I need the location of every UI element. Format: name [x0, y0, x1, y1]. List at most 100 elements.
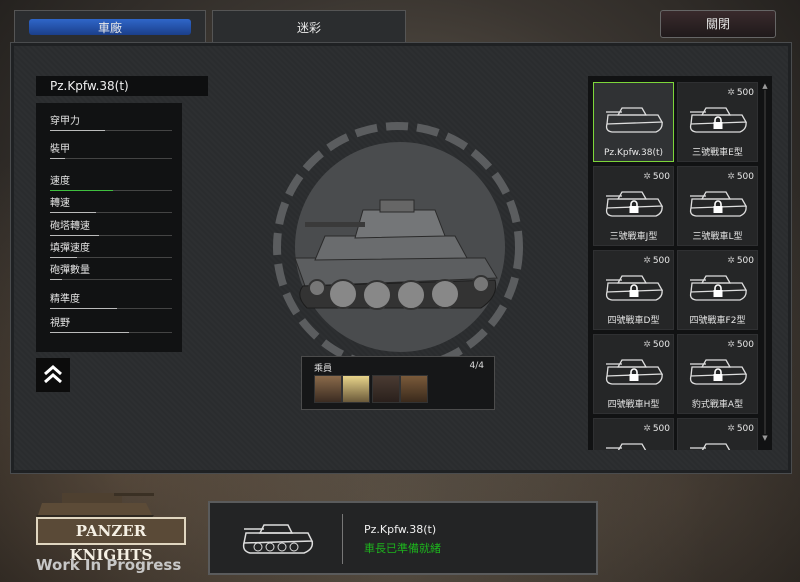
- lock-icon: [629, 284, 639, 297]
- crew-count: 4/4: [469, 361, 484, 371]
- tank-card-label: 三號戰車L型: [692, 232, 743, 242]
- stat-armor: 裝甲: [50, 143, 172, 159]
- stat-bar-fill: [50, 235, 99, 236]
- stat-bar: [50, 212, 172, 213]
- crew-title: 乘員: [314, 364, 333, 374]
- upgrade-chevron-button[interactable]: [36, 358, 70, 392]
- stat-bar-fill: [50, 190, 114, 191]
- tank-card-label: 三號戰車J型: [609, 232, 658, 242]
- scroll-track[interactable]: [764, 90, 766, 434]
- tank-card[interactable]: ✲ 500: [593, 418, 674, 450]
- tank-cost-value: 500: [736, 88, 754, 98]
- tank-list: ✲Pz.Kpfw.38(t)✲500三號戰車E型✲500三號戰車J型✲500三號…: [588, 76, 772, 450]
- tank-cost: ✲ 500: [727, 88, 754, 98]
- stat-turn-speed: 轉速: [50, 197, 172, 213]
- tank-cost-value: 500: [652, 340, 670, 350]
- stats-panel: 穿甲力 裝甲 速度 轉速 砲塔轉速 填彈速度 砲彈數量 精準度 視野: [36, 103, 182, 352]
- game-logo: PANZER KNIGHTS: [36, 517, 186, 564]
- stat-label: 砲塔轉速: [50, 221, 90, 232]
- stat-label: 裝甲: [50, 144, 70, 155]
- tank-card[interactable]: ✲ 500 豹式戰車A型: [677, 334, 758, 414]
- tank-card-label: 三號戰車E型: [692, 148, 743, 158]
- lock-icon: [629, 368, 639, 381]
- tank-cost: ✲ 500: [727, 172, 754, 182]
- gear-currency-icon: ✲: [727, 340, 735, 350]
- crew-portrait[interactable]: [372, 375, 400, 403]
- stat-ammo: 砲彈數量: [50, 264, 172, 280]
- tank-cost: ✲ 500: [643, 172, 670, 182]
- tank-silhouette-icon: [606, 443, 647, 450]
- stat-bar-fill: [50, 332, 130, 333]
- stat-bar: [50, 257, 172, 258]
- tank-card[interactable]: ✲ 500 四號戰車D型: [593, 250, 674, 330]
- tank-card-label: 豹式戰車A型: [691, 400, 744, 410]
- tank-card[interactable]: ✲ 500 四號戰車F2型: [677, 250, 758, 330]
- tank-card[interactable]: ✲ 500 三號戰車J型: [593, 166, 674, 246]
- scroll-up-icon[interactable]: ▲: [761, 82, 769, 90]
- tank-cost: ✲ 500: [643, 256, 670, 266]
- stat-turret-speed: 砲塔轉速: [50, 220, 172, 236]
- stat-bar-fill: [50, 158, 65, 159]
- stat-label: 穿甲力: [50, 116, 80, 127]
- tank-cost: ✲ 500: [727, 256, 754, 266]
- stat-bar: [50, 332, 172, 333]
- tank-card-label: Pz.Kpfw.38(t): [603, 148, 664, 158]
- gear-currency-icon: ✲: [643, 172, 651, 182]
- tank-model: [294, 199, 498, 310]
- close-button[interactable]: 關閉: [660, 10, 776, 38]
- tank-cost-value: 500: [736, 256, 754, 266]
- stat-bar: [50, 235, 172, 236]
- stat-bar-fill: [50, 130, 105, 131]
- tank-cost-value: 500: [736, 340, 754, 350]
- lock-icon: [713, 368, 723, 381]
- tank-cost: ✲ 500: [727, 424, 754, 434]
- gear-currency-icon: ✲: [727, 172, 735, 182]
- crew-portrait[interactable]: [400, 375, 428, 403]
- stat-bar-fill: [50, 257, 77, 258]
- tank-card[interactable]: ✲ 500 三號戰車E型: [677, 82, 758, 162]
- gear-currency-icon: ✲: [727, 88, 735, 98]
- tab-camouflage[interactable]: 迷彩: [212, 10, 406, 43]
- tank-cost-value: 500: [736, 172, 754, 182]
- stat-bar: [50, 190, 172, 191]
- tank-cost-value: 500: [652, 256, 670, 266]
- stat-label: 轉速: [50, 198, 70, 209]
- stat-reload: 填彈速度: [50, 242, 172, 258]
- tab-garage[interactable]: 車廠: [14, 10, 206, 43]
- lock-icon: [713, 284, 723, 297]
- current-tank-name: Pz.Kpfw.38(t): [364, 523, 437, 536]
- crew-portrait[interactable]: [342, 375, 370, 403]
- stat-label: 砲彈數量: [50, 265, 90, 276]
- tank-card[interactable]: ✲Pz.Kpfw.38(t): [593, 82, 674, 162]
- stat-vision: 視野: [50, 317, 172, 333]
- tank-card[interactable]: ✲ 500 四號戰車H型: [593, 334, 674, 414]
- tank-card-label: 四號戰車H型: [607, 400, 660, 410]
- tank-list-scrollbar[interactable]: ▲ ▼: [761, 82, 769, 442]
- lock-icon: [629, 200, 639, 213]
- tank-outline-icon: [242, 524, 314, 554]
- tank-card[interactable]: ✲ 500: [677, 418, 758, 450]
- stat-bar: [50, 308, 172, 309]
- selected-tank-name: Pz.Kpfw.38(t): [36, 76, 208, 96]
- double-chevron-up-icon: [44, 365, 62, 384]
- scroll-down-icon[interactable]: ▼: [761, 434, 769, 442]
- tank-silhouette-icon: [605, 107, 664, 133]
- stat-bar: [50, 279, 172, 280]
- stat-label: 速度: [50, 176, 70, 187]
- stat-accuracy: 精準度: [50, 293, 172, 309]
- tank-card[interactable]: ✲ 500 三號戰車L型: [677, 166, 758, 246]
- tank-cost: ✲ 500: [643, 340, 670, 350]
- gear-currency-icon: ✲: [643, 424, 651, 434]
- lock-icon: [713, 200, 723, 213]
- stat-bar: [50, 130, 172, 131]
- tank-card-label: 四號戰車D型: [607, 316, 660, 326]
- stat-bar-fill: [50, 212, 97, 213]
- panel-divider: [342, 514, 343, 564]
- stat-bar-fill: [50, 279, 63, 280]
- gear-currency-icon: ✲: [643, 340, 651, 350]
- gear-currency-icon: ✲: [643, 256, 651, 266]
- tank-cost: ✲ 500: [643, 424, 670, 434]
- crew-portrait[interactable]: [314, 375, 342, 403]
- commander-status: 車長已準備就緒: [364, 542, 441, 555]
- gear-currency-icon: ✲: [727, 424, 735, 434]
